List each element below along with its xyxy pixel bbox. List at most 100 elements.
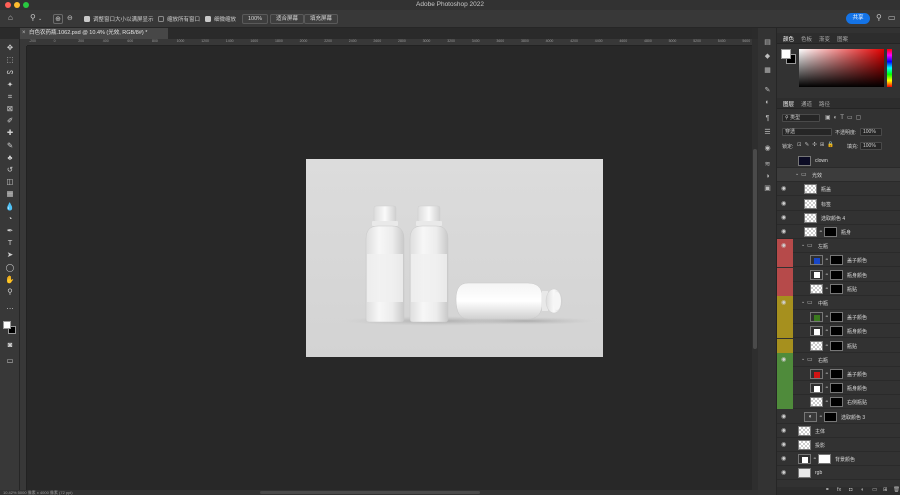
layers-panel-tab-1[interactable]: 通道 <box>801 100 812 108</box>
close-tab-icon[interactable]: × <box>22 28 26 39</box>
zoom-out-icon[interactable]: ⊖ <box>67 14 73 24</box>
blend-mode-select[interactable]: 穿透 <box>782 128 832 136</box>
marquee-icon[interactable]: ⬚ <box>4 54 16 65</box>
type-icon[interactable]: T <box>4 237 16 248</box>
share-button[interactable]: 共享 <box>846 13 870 24</box>
layer-row[interactable]: ◉ ⌄ ▭ 中瓶 <box>777 296 900 310</box>
layer-row[interactable]: ◉ ⚭ 背景颜色 <box>777 452 900 467</box>
eyedropper-icon[interactable]: ✐ <box>4 115 16 126</box>
layer-mask-thumbnail[interactable] <box>830 255 843 266</box>
layer-mask-thumbnail[interactable] <box>830 369 843 379</box>
layer-mask-thumbnail[interactable] <box>830 283 843 294</box>
hand-icon[interactable]: ✋ <box>4 274 16 285</box>
layers-panel-tab-0[interactable]: 图层 <box>783 100 794 108</box>
layer-mask-thumbnail[interactable] <box>830 326 843 337</box>
mask-link-icon[interactable]: ⚭ <box>819 414 823 420</box>
mask-link-icon[interactable]: ⚭ <box>825 343 829 349</box>
visibility-eye-icon[interactable]: ◉ <box>781 441 786 449</box>
fx-icon[interactable]: fx <box>837 487 841 493</box>
visibility-eye-icon[interactable]: ◉ <box>781 427 786 435</box>
scrubby-zoom-checkbox[interactable]: 细微缩放 <box>205 14 236 24</box>
move-icon[interactable]: ✥ <box>4 42 16 53</box>
zoom-tool-icon[interactable]: ⚲ <box>30 14 36 22</box>
mask-link-icon[interactable]: ⚭ <box>825 399 829 405</box>
layer-mask-thumbnail[interactable] <box>830 340 843 351</box>
visibility-eye-icon[interactable]: ◉ <box>781 242 786 250</box>
frame-icon[interactable]: ⊠ <box>4 103 16 114</box>
layer-row[interactable]: ◉ 标签 <box>777 197 900 211</box>
visibility-eye-icon[interactable]: ◉ <box>781 356 786 364</box>
more-tools-icon[interactable]: ⋯ <box>4 303 16 314</box>
magic-wand-icon[interactable]: ✦ <box>4 79 16 90</box>
layer-row[interactable]: ◉ 主体 <box>777 424 900 438</box>
zoom-icon[interactable]: ⚲ <box>4 286 16 297</box>
globe-icon[interactable]: ◉ <box>763 144 772 153</box>
ruler-origin[interactable] <box>20 39 27 46</box>
visibility-eye-icon[interactable]: ◉ <box>781 228 786 236</box>
layer-mask-thumbnail[interactable] <box>830 383 843 394</box>
zoom-in-icon[interactable]: ⊕ <box>53 14 63 24</box>
mask-link-icon[interactable]: ⚭ <box>825 286 829 292</box>
fit-screen-button[interactable]: 适合屏幕 <box>270 14 305 24</box>
layer-row[interactable]: ⚭ 瓶身颜色 <box>777 381 900 396</box>
horizontal-scroll-thumb[interactable] <box>260 491 480 494</box>
visibility-eye-icon[interactable]: ◉ <box>781 214 786 222</box>
color-panel-tab-3[interactable]: 图案 <box>837 35 848 43</box>
path-select-icon[interactable]: ➤ <box>4 249 16 260</box>
group-expand-icon[interactable]: ⌄ <box>801 356 805 362</box>
zoom-value-field[interactable]: 100% <box>242 14 269 24</box>
blur-icon[interactable]: 💧 <box>4 201 16 212</box>
layer-filter-select[interactable]: ⚲ 类型 <box>782 114 820 122</box>
group-expand-icon[interactable]: ⌄ <box>795 171 799 177</box>
vertical-ruler[interactable] <box>20 46 27 490</box>
eraser-icon[interactable]: ◫ <box>4 176 16 187</box>
layer-row[interactable]: ◉ 瓶盖 <box>777 182 900 197</box>
mask-link-icon[interactable]: ⚭ <box>825 385 829 391</box>
document-canvas[interactable] <box>306 159 603 357</box>
new-layer-icon[interactable]: ⊞ <box>883 487 888 493</box>
lock-icons[interactable]: ⊡✎✣⊞🔒 <box>797 142 837 148</box>
gradient-icon[interactable]: ▦ <box>4 188 16 199</box>
brush-settings-icon[interactable]: ✎ <box>763 86 772 95</box>
group-expand-icon[interactable]: ⌄ <box>801 299 805 305</box>
layer-row[interactable]: ◉ ◐ ⚭ 选取颜色 3 <box>777 410 900 424</box>
shape-icon[interactable]: ◯ <box>4 262 16 273</box>
layer-row[interactable]: ◉ 投影 <box>777 438 900 452</box>
lasso-icon[interactable]: ᔕ <box>4 66 16 77</box>
layer-row[interactable]: ◉ rgb <box>777 466 900 481</box>
adjustments-icon[interactable]: ◐ <box>763 98 772 107</box>
mask-link-icon[interactable]: ⚭ <box>825 257 829 263</box>
tool-foreground-color[interactable] <box>3 321 11 329</box>
properties-icon[interactable]: ☰ <box>763 128 772 137</box>
layer-mask-thumbnail[interactable] <box>830 312 843 323</box>
visibility-eye-icon[interactable]: ◉ <box>781 185 786 193</box>
hue-slider[interactable] <box>887 49 892 87</box>
visibility-eye-icon[interactable]: ◉ <box>781 413 786 421</box>
layer-row[interactable]: ⌄ ▭ 光效 <box>777 168 900 183</box>
visibility-eye-icon[interactable]: ◉ <box>781 455 786 463</box>
group-expand-icon[interactable]: ⌄ <box>801 242 805 248</box>
mask-link-icon[interactable]: ⚭ <box>825 272 829 278</box>
workspace-icon[interactable]: ▭ <box>888 14 896 22</box>
layer-row[interactable]: ⚭ 右侧瓶贴 <box>777 395 900 410</box>
dodge-icon[interactable]: ◔ <box>4 213 16 224</box>
new-adjustment-icon[interactable]: ◐ <box>861 487 864 493</box>
mask-link-icon[interactable]: ⚭ <box>825 328 829 334</box>
new-group-icon[interactable]: ▭ <box>872 487 877 493</box>
layer-mask-thumbnail[interactable] <box>830 269 843 280</box>
screen-mode-icon[interactable]: ▭ <box>4 355 16 366</box>
layer-row[interactable]: ⚭ 瓶贴 <box>777 338 900 353</box>
layer-mask-thumbnail[interactable] <box>824 227 837 237</box>
mask-link-icon[interactable]: ⚭ <box>825 314 829 320</box>
layer-row[interactable]: ◉ ⌄ ▭ 右瓶 <box>777 352 900 367</box>
brush-icon[interactable]: ✎ <box>4 140 16 151</box>
color-panel-tab-1[interactable]: 色板 <box>801 35 812 43</box>
opacity-field[interactable]: 100% <box>860 128 882 136</box>
stamp-icon[interactable]: ♣ <box>4 152 16 163</box>
history-brush-icon[interactable]: ↺ <box>4 164 16 175</box>
delete-layer-icon[interactable]: 🗑 <box>893 487 900 493</box>
styles-icon[interactable]: ◑ <box>763 172 772 181</box>
mask-link-icon[interactable]: ⚭ <box>819 229 823 235</box>
mask-link-icon[interactable]: ⚭ <box>825 371 829 377</box>
layer-row[interactable]: ◉ ⌄ ▭ 左瓶 <box>777 239 900 254</box>
